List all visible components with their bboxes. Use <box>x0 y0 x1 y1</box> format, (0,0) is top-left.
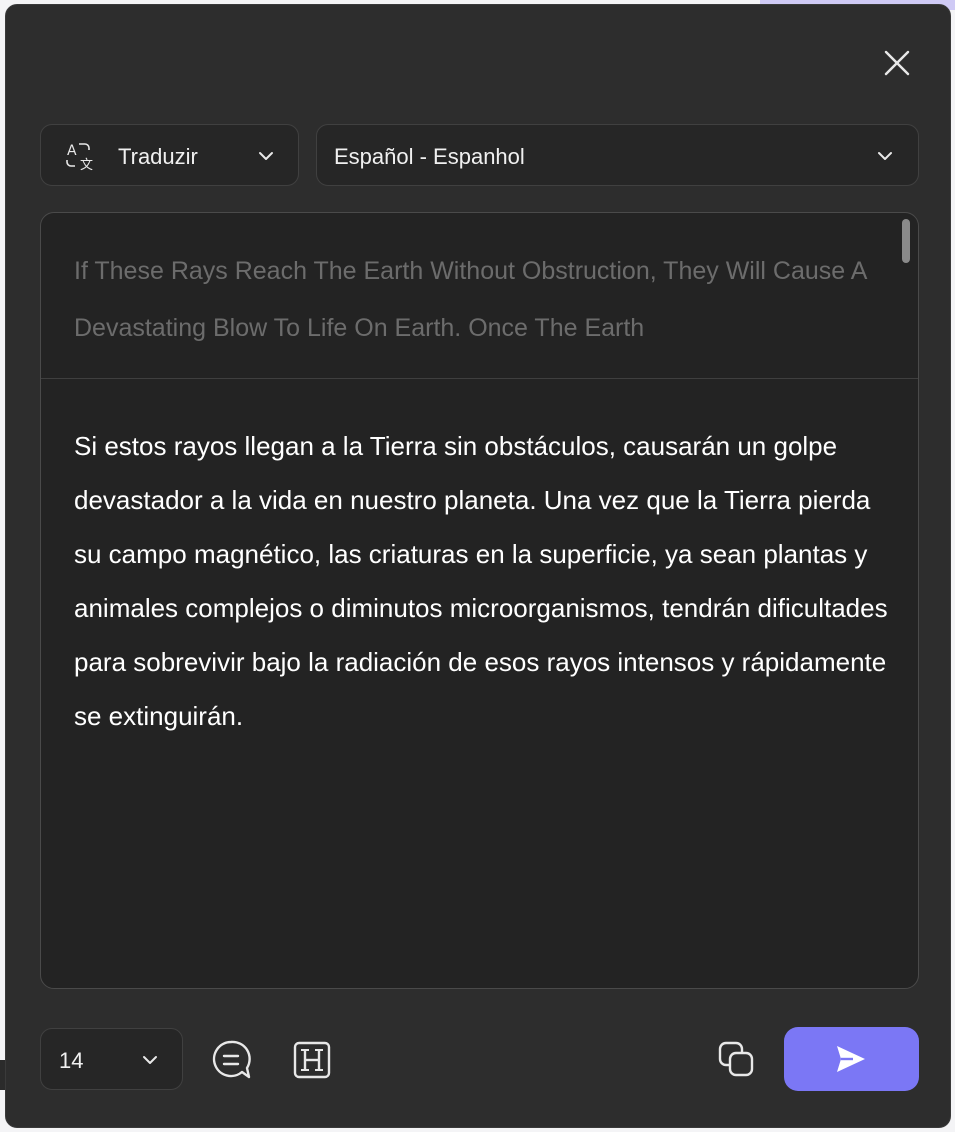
source-text: If These Rays Reach The Earth Without Ob… <box>74 257 867 342</box>
chevron-down-icon <box>143 1056 157 1064</box>
chevron-down-icon <box>878 152 892 160</box>
mode-dropdown-label: Traduzir <box>118 144 198 169</box>
translate-dialog: A 文 Traduzir Español - Espanhol If These… <box>5 4 951 1128</box>
translation-box: If These Rays Reach The Earth Without Ob… <box>40 212 919 989</box>
mode-dropdown[interactable]: A 文 Traduzir <box>40 124 299 186</box>
language-dropdown-label: Español - Espanhol <box>334 144 525 169</box>
heading-icon[interactable] <box>291 1039 333 1081</box>
font-size-value: 14 <box>59 1048 84 1073</box>
send-icon <box>837 1046 865 1072</box>
svg-text:文: 文 <box>80 158 93 172</box>
send-button[interactable] <box>784 1027 919 1091</box>
language-dropdown[interactable]: Español - Espanhol <box>316 124 919 186</box>
close-icon <box>884 50 910 76</box>
copy-icon[interactable] <box>716 1039 758 1081</box>
divider <box>41 378 918 379</box>
summarize-icon[interactable] <box>210 1039 252 1081</box>
font-size-select[interactable]: 14 <box>40 1028 183 1090</box>
chevron-down-icon <box>259 152 273 160</box>
scrollbar-thumb[interactable] <box>902 219 910 263</box>
svg-text:A: A <box>67 143 77 159</box>
translated-text: Si estos rayos llegan a la Tierra sin ob… <box>74 431 888 731</box>
close-button[interactable] <box>879 45 915 81</box>
translate-icon: A 文 <box>66 143 93 172</box>
